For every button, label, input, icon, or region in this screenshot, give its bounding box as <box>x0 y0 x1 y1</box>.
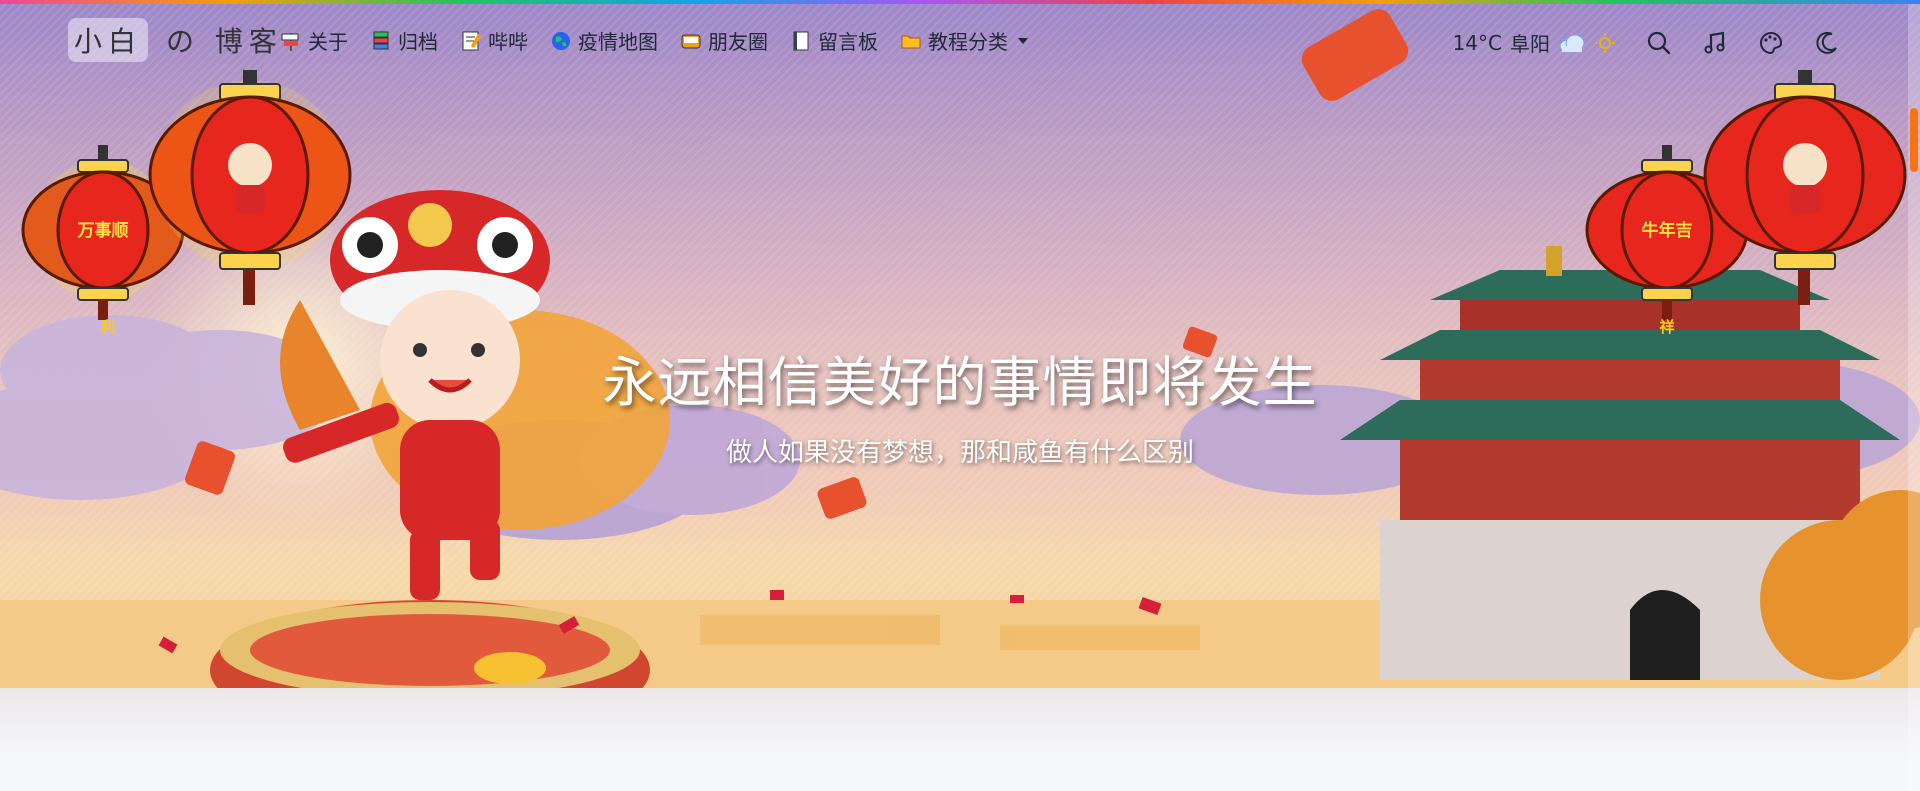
globe-icon <box>552 31 570 50</box>
hero-subtitle: 做人如果没有梦想，那和咸鱼有什么区别 <box>725 438 1194 468</box>
top-navbar: 小白 の 博客 关于 归档 哔哔 疫情地图 朋友圈 留言板 教程分类 14°C … <box>0 4 1920 80</box>
menu-label: 关于 <box>308 30 348 54</box>
menu-item-guestbook[interactable]: 留言板 <box>790 26 878 55</box>
lantern-left-small-label: 万事顺 <box>77 221 129 241</box>
lantern-left-small-tail: 利 <box>100 318 115 336</box>
lantern-left-large <box>148 70 352 305</box>
lantern-right-small-tail: 祥 <box>1659 318 1674 336</box>
ox-mascot-icon <box>1783 143 1827 187</box>
notebook-icon <box>793 31 809 50</box>
cloud-icon <box>1559 34 1585 52</box>
logo-text: の 博客 <box>166 25 283 58</box>
menu-label: 哔哔 <box>488 30 528 54</box>
weather-widget[interactable]: 14°C 阜阳 <box>1453 28 1616 57</box>
main-menu: 关于 归档 哔哔 疫情地图 朋友圈 留言板 教程分类 <box>280 26 1028 55</box>
music-note-icon[interactable] <box>1702 30 1728 56</box>
weather-temp: 14°C <box>1452 30 1502 55</box>
top-rainbow-strip <box>0 0 1920 4</box>
menu-item-tutorials[interactable]: 教程分类 <box>900 26 1028 55</box>
search-icon[interactable] <box>1646 30 1672 56</box>
menu-label: 朋友圈 <box>708 30 768 54</box>
ox-mascot-icon <box>228 143 272 187</box>
toolbar-right: 14°C 阜阳 <box>1453 28 1840 57</box>
hero-title: 永远相信美好的事情即将发生 <box>602 351 1318 414</box>
page-scrollbar[interactable] <box>1908 0 1920 791</box>
menu-item-epidemic-map[interactable]: 疫情地图 <box>550 26 658 55</box>
chevron-down-icon <box>1018 37 1028 44</box>
sun-icon <box>1595 32 1615 53</box>
memo-icon <box>462 31 482 50</box>
folder-icon <box>901 35 921 48</box>
menu-label: 归档 <box>398 30 438 54</box>
lantern-right-small-label: 牛年吉 <box>1642 220 1693 241</box>
weather-city: 阜阳 <box>1510 32 1550 56</box>
moon-icon[interactable] <box>1814 30 1840 56</box>
hero-fade <box>0 688 1920 791</box>
menu-label: 留言板 <box>818 30 878 54</box>
guidepost-icon <box>281 32 299 51</box>
scrollbar-thumb[interactable] <box>1910 108 1918 172</box>
menu-label: 教程分类 <box>928 30 1008 54</box>
logo-highlight: 小白 <box>68 18 149 62</box>
menu-item-about[interactable]: 关于 <box>280 26 348 55</box>
menu-item-friends[interactable]: 朋友圈 <box>680 26 768 55</box>
palette-icon[interactable] <box>1758 30 1784 56</box>
menu-label: 疫情地图 <box>578 30 658 54</box>
site-logo[interactable]: 小白 の 博客 <box>68 18 283 62</box>
bento-icon <box>681 34 701 48</box>
menu-item-bibi[interactable]: 哔哔 <box>460 26 528 55</box>
lantern-right-large <box>1703 70 1907 305</box>
books-icon <box>373 31 389 49</box>
menu-item-archive[interactable]: 归档 <box>370 26 438 55</box>
page: 永远相信美好的事情即将发生 做人如果没有梦想，那和咸鱼有什么区别 万事顺 利 牛… <box>0 0 1920 791</box>
